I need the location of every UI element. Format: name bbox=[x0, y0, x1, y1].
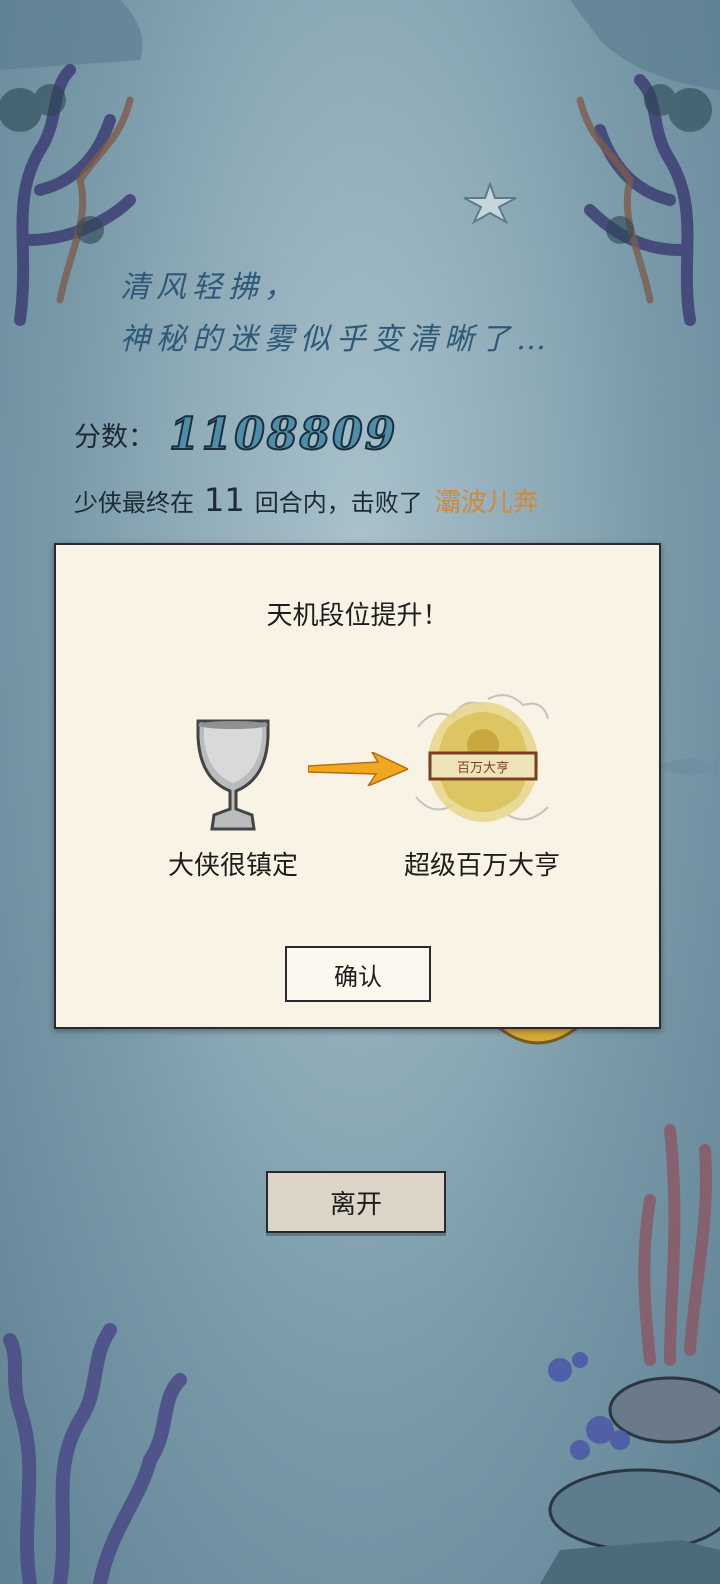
right-arrow-icon bbox=[308, 752, 408, 786]
coral-bottom-right-decoration bbox=[540, 1124, 720, 1584]
fish-decoration bbox=[660, 756, 720, 778]
poem-line-1: 清风轻拂， bbox=[120, 270, 300, 305]
new-rank-name: 超级百万大亨 bbox=[403, 851, 560, 881]
silver-goblet-icon bbox=[196, 719, 270, 831]
fish-left-decoration bbox=[0, 960, 19, 1004]
rank-up-dialog: 天机段位提升！ 百万大亨 大侠很镇定 超级百万大亨 确认 bbox=[54, 543, 661, 1029]
confirm-button[interactable]: 确认 bbox=[285, 946, 431, 1002]
battle-result: 少侠最终在 11 回合内，击败了 灞波儿奔 bbox=[74, 478, 539, 522]
golden-dragon-badge-icon: 百万大亨 bbox=[415, 694, 549, 822]
old-rank-name: 大侠很镇定 bbox=[167, 851, 298, 881]
round-count: 11 bbox=[204, 481, 245, 519]
dialog-title: 天机段位提升！ bbox=[266, 601, 449, 631]
result-prefix: 少侠最终在 bbox=[74, 488, 194, 517]
result-middle: 回合内，击败了 bbox=[254, 488, 423, 517]
poem-text: 清风轻拂， 神秘的迷雾似乎变清晰了… bbox=[120, 262, 620, 366]
poem-line-2: 神秘的迷雾似乎变清晰了… bbox=[120, 322, 552, 357]
starfish-decoration bbox=[463, 182, 517, 224]
score-row: 分数： 1108809 bbox=[74, 404, 397, 464]
enemy-name: 灞波儿奔 bbox=[434, 487, 539, 518]
badge-lettering: 百万大亨 bbox=[457, 760, 509, 776]
leave-button[interactable]: 离开 bbox=[266, 1171, 446, 1233]
coral-bottom-left-decoration bbox=[3, 1323, 187, 1584]
score-value: 1108809 bbox=[168, 408, 398, 461]
score-label: 分数： bbox=[74, 421, 155, 453]
